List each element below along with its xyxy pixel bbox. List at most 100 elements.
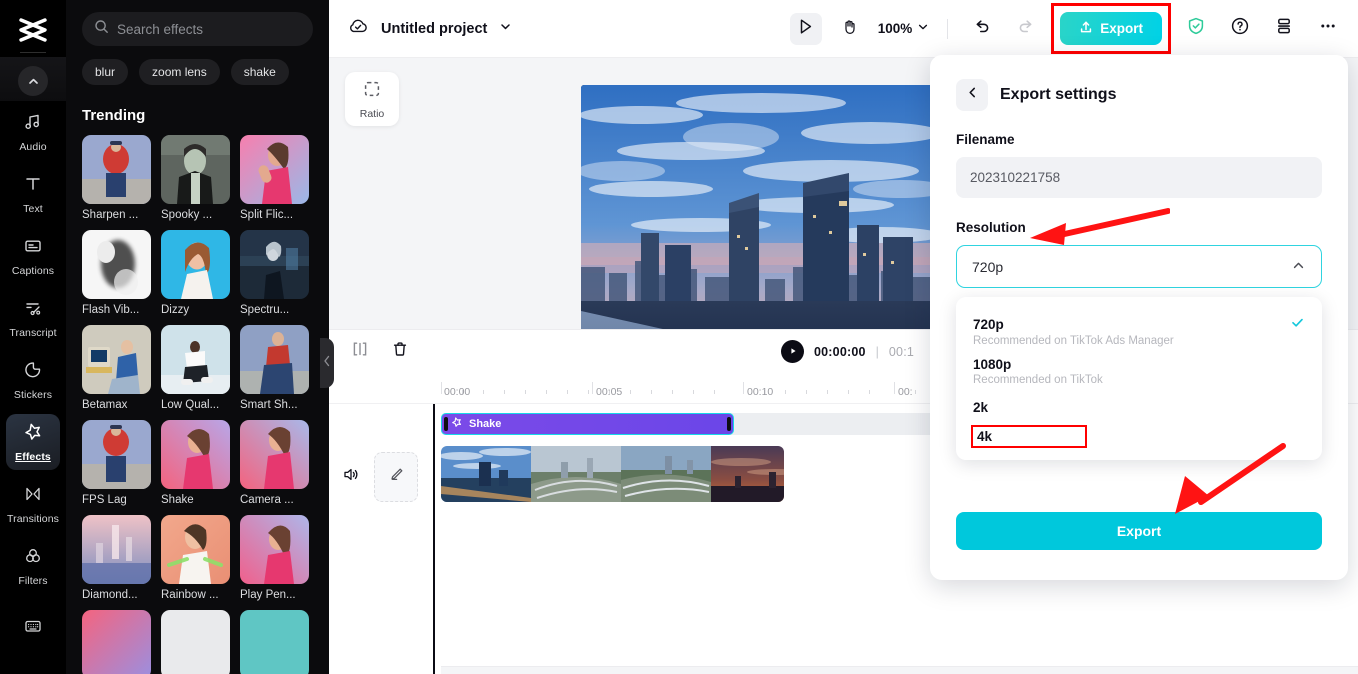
effect-item[interactable]: Shake <box>161 420 230 506</box>
effect-item[interactable]: Low Qual... <box>161 325 230 411</box>
sidebar-item-transcript[interactable]: Transcript <box>0 287 66 349</box>
resolution-option-720p[interactable]: 720p Recommended on TikTok Ads Manager <box>956 310 1322 352</box>
effect-item[interactable]: Dizzy <box>161 230 230 316</box>
ratio-button[interactable]: Ratio <box>345 72 399 126</box>
chevron-up-icon[interactable] <box>18 66 48 96</box>
clip-right-handle[interactable] <box>727 416 731 431</box>
effect-thumbnail[interactable] <box>240 230 309 299</box>
search-placeholder: Search effects <box>117 21 204 37</box>
export-confirm-button[interactable]: Export <box>956 512 1322 550</box>
effects-grid: Sharpen ... Spooky ... Split Flic... Fla… <box>82 135 313 674</box>
effect-thumbnail[interactable] <box>82 515 151 584</box>
option-description: Recommended on TikTok <box>973 374 1103 386</box>
zoom-control[interactable]: 100% <box>878 21 930 36</box>
effect-label: Dizzy <box>161 304 190 316</box>
effect-clip[interactable]: Shake <box>441 412 734 435</box>
rail-collapse-button[interactable] <box>0 57 66 101</box>
more-options-button[interactable] <box>1312 13 1344 45</box>
ruler-label: 00:00 <box>444 385 471 398</box>
resolution-option-1080p[interactable]: 1080p Recommended on TikTok <box>956 352 1322 391</box>
effect-thumbnail[interactable] <box>161 230 230 299</box>
hand-tool-button[interactable] <box>834 13 866 45</box>
effect-thumbnail[interactable] <box>82 420 151 489</box>
effect-item[interactable] <box>161 610 230 674</box>
cloud-check-icon[interactable] <box>347 15 369 42</box>
volume-icon[interactable] <box>341 465 360 489</box>
layout-button[interactable] <box>1268 13 1300 45</box>
video-preview-canvas[interactable] <box>581 85 939 329</box>
effect-thumbnail[interactable] <box>161 325 230 394</box>
play-button[interactable] <box>781 340 804 363</box>
chevron-up-icon <box>1291 258 1306 276</box>
effect-thumbnail[interactable] <box>82 230 151 299</box>
sidebar-item-label: Captions <box>11 264 55 277</box>
effect-item[interactable]: Flash Vib... <box>82 230 151 316</box>
chevron-down-icon[interactable] <box>499 20 512 38</box>
effect-item[interactable] <box>240 610 309 674</box>
export-button[interactable]: Export <box>1060 12 1162 45</box>
effect-item[interactable]: Diamond... <box>82 515 151 601</box>
rail-divider <box>20 52 46 53</box>
effect-item[interactable] <box>82 610 151 674</box>
effect-thumbnail[interactable] <box>161 610 230 674</box>
effect-item[interactable]: Split Flic... <box>240 135 309 221</box>
sidebar-item-audio[interactable]: Audio <box>0 101 66 163</box>
effect-item[interactable]: Spectru... <box>240 230 309 316</box>
undo-button[interactable] <box>966 13 998 45</box>
effect-item[interactable]: Spooky ... <box>161 135 230 221</box>
effect-thumbnail[interactable] <box>161 515 230 584</box>
effect-thumbnail[interactable] <box>240 420 309 489</box>
shield-check-button[interactable] <box>1180 13 1212 45</box>
split-icon[interactable] <box>351 340 369 363</box>
edit-clip-button[interactable] <box>374 451 418 502</box>
chevron-left-icon <box>323 354 331 372</box>
panel-collapse-handle[interactable] <box>320 338 334 388</box>
sidebar-item-transitions[interactable]: Transitions <box>0 473 66 535</box>
back-button[interactable] <box>956 79 988 111</box>
effect-item[interactable]: Rainbow ... <box>161 515 230 601</box>
effect-thumbnail[interactable] <box>240 515 309 584</box>
effect-thumbnail[interactable] <box>82 325 151 394</box>
effect-tag[interactable]: zoom lens <box>139 59 220 85</box>
effect-item[interactable]: Sharpen ... <box>82 135 151 221</box>
effect-item[interactable]: Smart Sh... <box>240 325 309 411</box>
effect-item[interactable]: FPS Lag <box>82 420 151 506</box>
sidebar-item-text[interactable]: Text <box>0 163 66 225</box>
ruler-label: 00:05 <box>596 385 623 398</box>
select-tool-button[interactable] <box>789 12 822 45</box>
effect-thumbnail[interactable] <box>240 135 309 204</box>
resolution-option-4k[interactable]: 4k <box>956 421 1322 448</box>
trash-icon[interactable] <box>391 340 409 363</box>
effect-thumbnail[interactable] <box>161 135 230 204</box>
sidebar-item-filters[interactable]: Filters <box>0 535 66 597</box>
effect-tag[interactable]: shake <box>230 59 289 85</box>
sidebar-item-captions[interactable]: Captions <box>0 225 66 287</box>
sidebar-item-label: Filters <box>18 574 48 587</box>
clip-left-handle[interactable] <box>444 416 448 431</box>
filename-field[interactable]: 202310221758 <box>956 157 1322 198</box>
effect-thumbnail[interactable] <box>240 610 309 674</box>
effect-thumbnail[interactable] <box>82 610 151 674</box>
option-label: 1080p <box>973 357 1012 372</box>
effect-tag[interactable]: blur <box>82 59 129 85</box>
resolution-option-2k[interactable]: 2k <box>956 391 1322 421</box>
effect-item[interactable]: Camera ... <box>240 420 309 506</box>
resolution-select[interactable]: 720p <box>956 245 1322 288</box>
search-input[interactable]: Search effects <box>82 12 313 46</box>
video-clip[interactable] <box>441 445 784 502</box>
redo-button[interactable] <box>1010 13 1042 45</box>
effect-thumbnail[interactable] <box>82 135 151 204</box>
capcut-logo-icon[interactable] <box>13 14 53 46</box>
effect-item[interactable]: Betamax <box>82 325 151 411</box>
effect-thumbnail[interactable] <box>240 325 309 394</box>
help-button[interactable] <box>1224 13 1256 45</box>
sidebar-item-stickers[interactable]: Stickers <box>0 349 66 411</box>
sidebar-item-effects[interactable]: Effects <box>0 411 66 473</box>
playhead[interactable] <box>433 403 435 674</box>
project-name[interactable]: Untitled project <box>381 21 487 37</box>
sidebar-item-keyboard[interactable] <box>0 597 66 659</box>
effect-thumbnail[interactable] <box>161 420 230 489</box>
section-title: Trending <box>82 107 146 124</box>
effect-item[interactable]: Play Pen... <box>240 515 309 601</box>
effect-tag-list: blur zoom lens shake <box>82 59 313 85</box>
